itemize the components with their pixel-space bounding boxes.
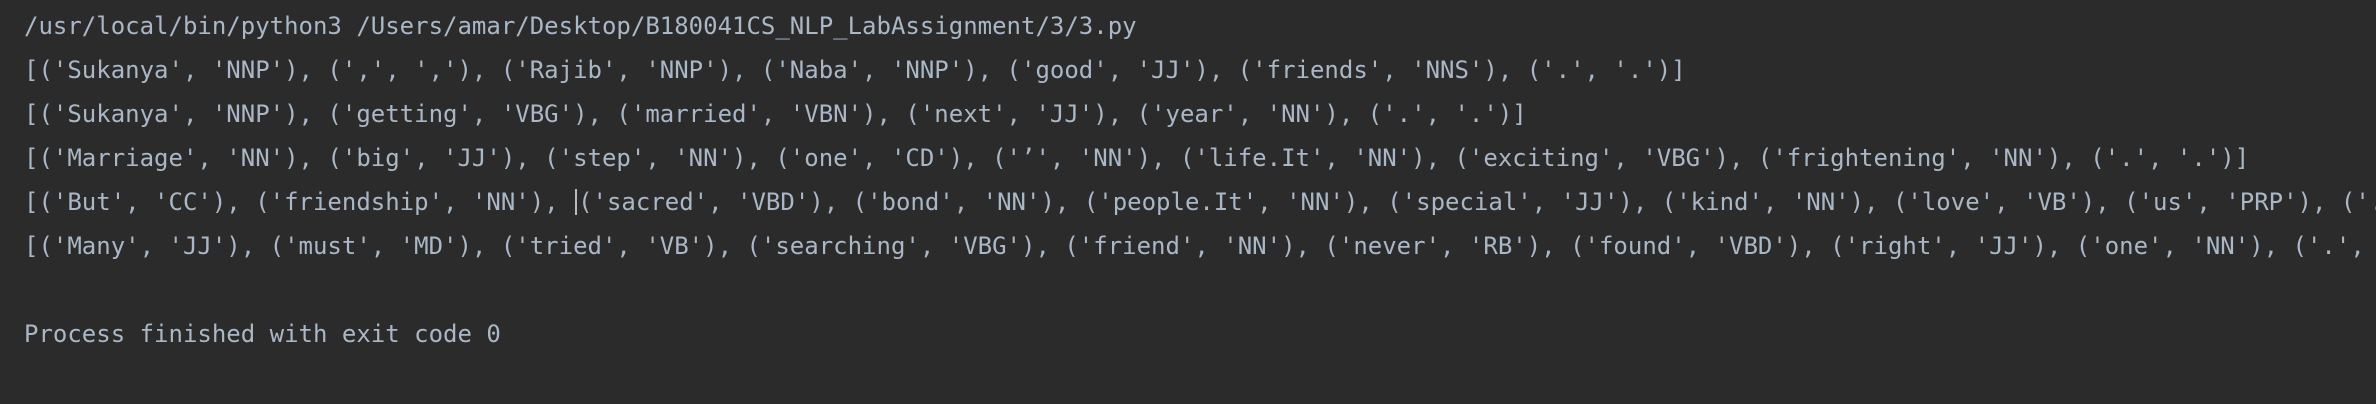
text-caret — [575, 189, 578, 215]
run-console-output[interactable]: /usr/local/bin/python3 /Users/amar/Deskt… — [0, 0, 2376, 404]
output-line-1: [('Sukanya', 'NNP'), (',', ','), ('Rajib… — [24, 56, 1686, 84]
run-command-line: /usr/local/bin/python3 /Users/amar/Deskt… — [24, 12, 1137, 40]
output-line-4: [('But', 'CC'), ('friendship', 'NN'), ('… — [24, 186, 2376, 218]
output-line-4-after-caret: ('sacred', 'VBD'), ('bond', 'NN'), ('peo… — [578, 188, 2376, 216]
process-exit-message: Process finished with exit code 0 — [24, 320, 501, 348]
output-line-2: [('Sukanya', 'NNP'), ('getting', 'VBG'),… — [24, 100, 1527, 128]
output-line-4-before-caret: [('But', 'CC'), ('friendship', 'NN'), — [24, 188, 574, 216]
output-line-5: [('Many', 'JJ'), ('must', 'MD'), ('tried… — [24, 232, 2376, 260]
output-line-3: [('Marriage', 'NN'), ('big', 'JJ'), ('st… — [24, 144, 2250, 172]
